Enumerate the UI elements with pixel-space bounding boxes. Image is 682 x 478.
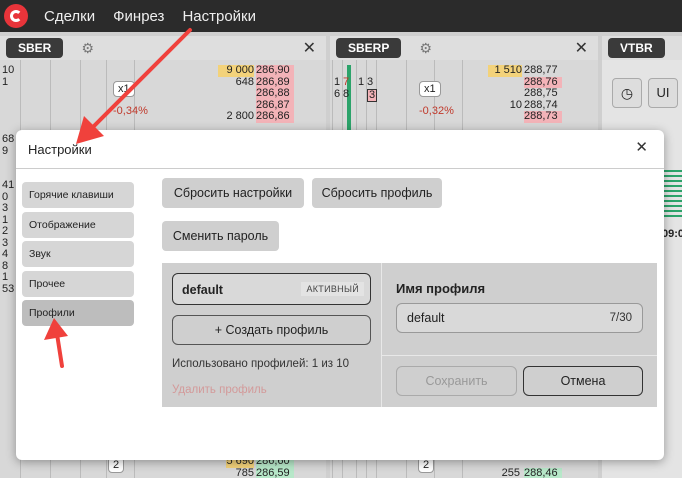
arrow-to-profiles-item — [44, 318, 68, 368]
annotation-arrows — [44, 28, 192, 368]
arrow-to-settings-menu — [76, 28, 192, 144]
